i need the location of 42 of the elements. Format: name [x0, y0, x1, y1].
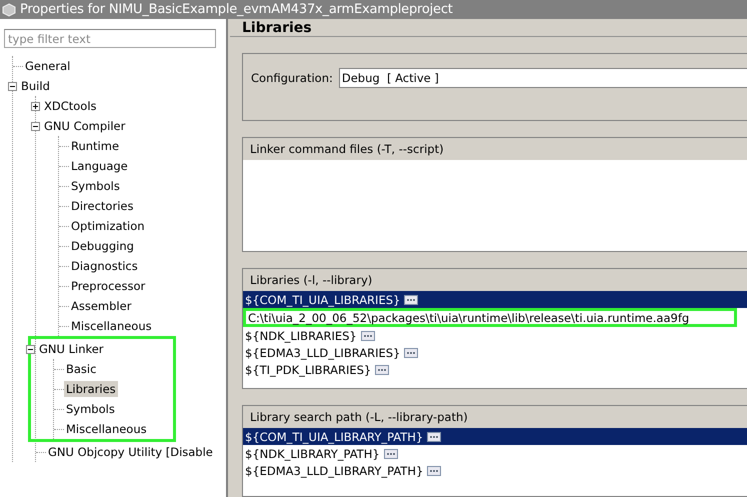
ellipsis-icon[interactable]	[404, 348, 418, 358]
tree-item[interactable]: Language	[69, 158, 130, 174]
tree-item[interactable]: Miscellaneous	[64, 421, 149, 437]
tree-item[interactable]: Assembler	[69, 298, 134, 314]
ellipsis-icon[interactable]	[375, 364, 390, 374]
list-title: Libraries (-l, --library)	[250, 273, 372, 287]
list-item[interactable]: C:\ti\uia_2_00_06_52\packages\ti\uia\runtime\lib\release\ti.uia.runtime.aa9fg	[243, 308, 737, 327]
ellipsis-icon[interactable]	[427, 466, 442, 476]
tree-item[interactable]: GNU Compiler	[42, 118, 128, 134]
tree-item[interactable]: Build	[19, 78, 52, 94]
tree-item[interactable]: Preprocessor	[69, 278, 148, 294]
tree-item[interactable]: GNU Linker	[37, 341, 106, 357]
tree-item[interactable]: Diagnostics	[69, 258, 140, 274]
window-title: Properties for NIMU_BasicExample_evmAM437x_armExampleproject	[20, 2, 453, 17]
collapse-icon[interactable]	[26, 344, 35, 354]
ellipsis-icon[interactable]	[404, 294, 418, 304]
collapse-icon[interactable]	[31, 122, 40, 130]
filter-field[interactable]: type filter text	[4, 29, 216, 48]
tree-item[interactable]: Optimization	[69, 218, 147, 234]
page-title: Libraries	[242, 20, 312, 36]
list-item[interactable]: ${COM_TI_UIA_LIBRARIES}	[243, 291, 747, 308]
ellipsis-icon[interactable]	[427, 432, 442, 442]
tree-item[interactable]: Miscellaneous	[69, 318, 154, 334]
expand-icon[interactable]	[31, 102, 40, 110]
ellipsis-icon[interactable]	[360, 330, 375, 340]
tree-item[interactable]: GNU Objcopy Utility [Disable	[46, 444, 215, 460]
tree-item[interactable]: Runtime	[69, 138, 122, 154]
configuration-field[interactable]: Debug [ Active ]	[338, 68, 747, 88]
list-item[interactable]: ${COM_TI_UIA_LIBRARY_PATH}	[243, 428, 747, 445]
tree-item[interactable]: General	[23, 58, 72, 74]
ellipsis-icon[interactable]	[384, 448, 398, 458]
list-title: Linker command files (-T, --script)	[250, 142, 444, 156]
tree-item[interactable]: Basic	[64, 361, 98, 377]
tree-item[interactable]: XDCtools	[42, 98, 99, 114]
tree-item[interactable]: Directories	[69, 198, 136, 214]
tree-item[interactable]: Symbols	[69, 178, 122, 194]
configuration-label: Configuration:	[251, 71, 333, 85]
list-title: Library search path (-L, --library-path)	[250, 410, 468, 424]
tree-item[interactable]: Debugging	[69, 238, 136, 254]
tree-item[interactable]: Libraries	[64, 381, 118, 397]
collapse-icon[interactable]	[8, 82, 17, 90]
tree-item[interactable]: Symbols	[64, 401, 117, 417]
